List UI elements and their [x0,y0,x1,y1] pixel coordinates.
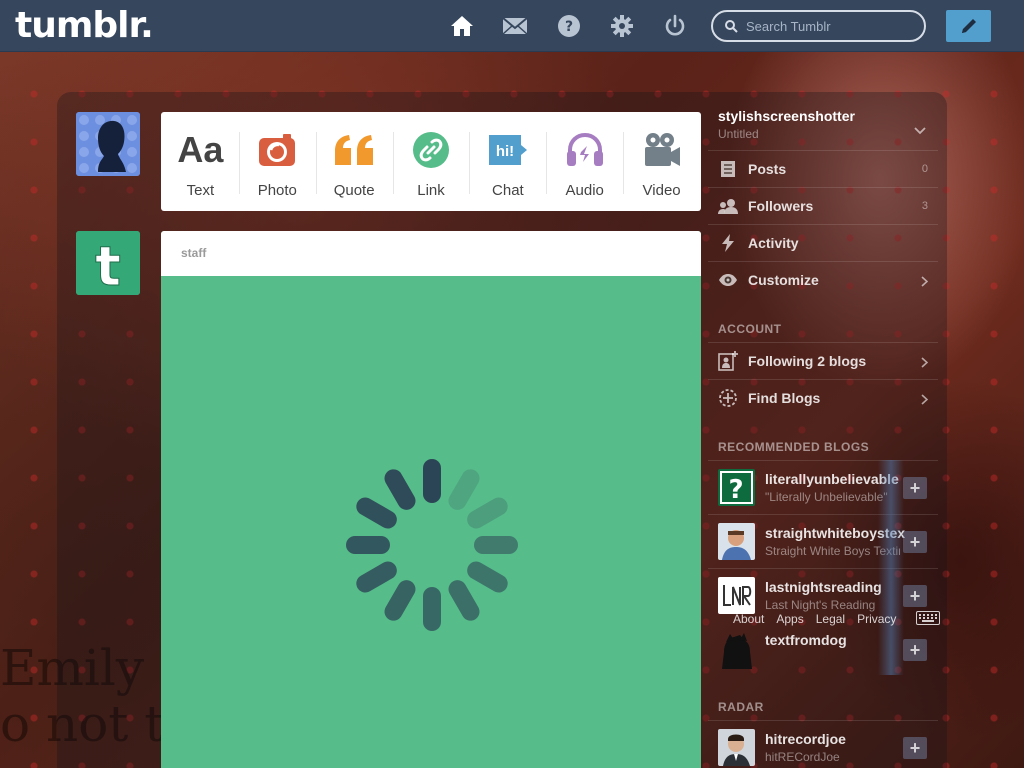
quote-icon [333,130,375,170]
hitrecordjoe-avatar [718,729,755,766]
footer-link-about[interactable]: About [733,612,764,626]
sidebar-item-customize[interactable]: Customize [708,261,938,298]
spinner-spoke [346,536,390,554]
post-quote-button[interactable]: Quote [315,112,393,211]
spinner-spoke [467,497,508,529]
follow-literallyunbelievable-button[interactable]: + [903,477,927,499]
messages-icon[interactable] [502,13,528,39]
post-audio-label: Audio [565,182,604,199]
search-icon [725,19,738,33]
posts-count: 0 [921,163,928,175]
post-video-button[interactable]: Video [623,112,700,211]
blog-title: Untitled [718,127,759,141]
spinner-spoke [356,561,397,593]
activity-lightning-icon [718,233,738,253]
svg-text:?: ? [565,19,573,35]
textfromdog-avatar [718,632,755,669]
followers-people-icon [718,196,738,216]
following-contact-icon [718,351,738,371]
top-navigation-bar: tumblr. ? [0,0,1024,52]
headphones-icon [565,130,605,170]
search-box[interactable] [711,10,926,42]
post-chat-label: Chat [492,182,524,199]
post-audio-button[interactable]: Audio [546,112,623,211]
staff-post-card: staff [161,231,701,768]
sidebar-item-find-blogs[interactable]: Find Blogs [708,379,938,416]
keyboard-shortcuts-icon[interactable] [916,611,940,630]
svg-text:?: ? [728,475,743,505]
post-text-button[interactable]: Aa Text [162,112,239,211]
pencil-icon [961,19,976,33]
sidebar-item-following[interactable]: Following 2 blogs [708,342,938,379]
post-chat-button[interactable]: hi! Chat [469,112,546,211]
account-heading: ACCOUNT [718,322,782,336]
loading-spinner-icon [342,455,522,640]
lastnightsreading-avatar [718,577,755,614]
svg-text:hi!: hi! [496,143,514,160]
post-link-button[interactable]: Link [392,112,470,211]
svg-text:t: t [95,235,121,295]
spinner-spoke [467,561,508,593]
footer-link-privacy[interactable]: Privacy [857,612,896,626]
chevron-right-icon [921,355,929,373]
blog-selector[interactable]: stylishscreenshotter Untitled [718,108,855,141]
follow-straightwhiteboystexting-button[interactable]: + [903,531,927,553]
spinner-spoke [384,580,416,621]
user-avatar[interactable] [76,112,140,176]
text-icon: Aa [177,129,224,170]
post-photo-label: Photo [257,182,297,199]
sidebar-item-posts[interactable]: Posts 0 [708,150,938,187]
followers-count: 3 [921,200,928,212]
footer-link-apps[interactable]: Apps [776,612,803,626]
follow-textfromdog-button[interactable]: + [903,639,927,661]
customize-eye-icon [718,270,738,290]
footer-links: About Apps Legal Privacy [733,612,896,626]
find-blogs-compass-icon [718,388,738,408]
spinner-spoke [474,536,518,554]
follow-lastnightsreading-button[interactable]: + [903,585,927,607]
chat-bubble-icon: hi! [487,130,529,170]
settings-gear-icon[interactable] [609,13,635,39]
spinner-spoke [356,497,397,529]
straightwhiteboystexting-avatar [718,523,755,560]
chevron-right-icon [921,392,929,410]
posts-document-icon [718,159,738,179]
logout-power-icon[interactable] [662,13,688,39]
tumblr-logo[interactable]: tumblr. [15,5,154,46]
post-photo-button[interactable]: Photo [238,112,316,211]
spinner-spoke [423,587,441,631]
chevron-right-icon [921,274,929,292]
staff-avatar[interactable]: t [76,231,140,295]
sidebar-item-followers[interactable]: Followers 3 [708,187,938,224]
blog-name: stylishscreenshotter [718,108,855,124]
spinner-spoke [448,580,480,621]
post-video-label: Video [642,182,681,199]
post-link-label: Link [417,182,445,199]
literallyunbelievable-avatar: ? [718,469,755,506]
help-icon[interactable]: ? [556,13,582,39]
link-icon [412,130,450,170]
video-camera-icon [642,130,682,170]
spinner-spoke [423,459,441,503]
follow-buttons-column [878,460,904,675]
home-icon[interactable] [449,13,475,39]
recommended-heading: RECOMMENDED BLOGS [718,440,870,454]
spinner-spoke [384,469,416,510]
radar-heading: RADAR [718,700,764,714]
chevron-down-icon[interactable] [914,122,926,140]
camera-icon [258,130,296,170]
compose-post-button[interactable] [946,10,991,42]
sidebar-item-activity[interactable]: Activity [708,224,938,261]
search-input[interactable] [746,18,916,34]
footer-link-legal[interactable]: Legal [816,612,845,626]
post-quote-label: Quote [333,182,375,199]
post-text-label: Text [186,182,215,199]
post-author[interactable]: staff [161,231,701,276]
post-type-bar: Aa Text Photo Quote Link hi! Chat Audio [161,112,701,211]
spinner-spoke [448,469,480,510]
follow-hitrecordjoe-button[interactable]: + [903,737,927,759]
